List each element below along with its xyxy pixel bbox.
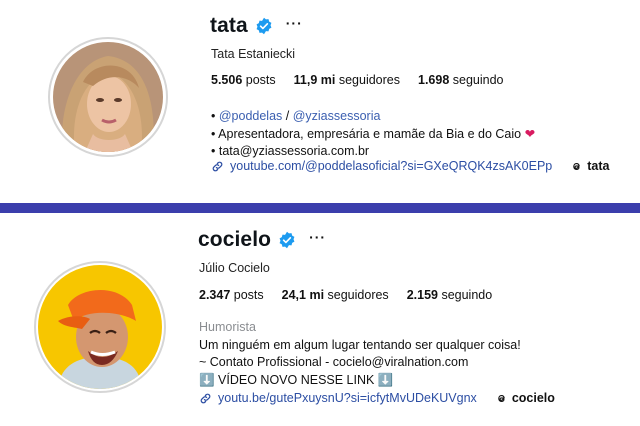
posts-stat[interactable]: 5.506 posts xyxy=(211,73,276,87)
profile-card-cocielo: cocielo ··· Júlio Cocielo 2.347 posts 24… xyxy=(0,213,640,426)
link-row: youtube.com/@poddelasoficial?si=GXeQRQK4… xyxy=(211,159,609,173)
bio-line-mentions: • @poddelas / @yziassessoria xyxy=(211,109,381,123)
more-options-icon[interactable]: ··· xyxy=(309,230,326,250)
arrow-down-icon: ⬇️ xyxy=(199,372,215,387)
link-icon xyxy=(212,161,223,171)
username[interactable]: tata xyxy=(210,14,248,38)
avatar-photo xyxy=(53,42,163,152)
more-options-icon[interactable]: ··· xyxy=(286,16,303,36)
heart-icon: ❤ xyxy=(524,126,536,141)
bio: Humorista Um ninguém em algum lugar tent… xyxy=(199,319,521,389)
full-name: Júlio Cocielo xyxy=(199,261,270,275)
bio-line-video: ⬇️ VÍDEO NOVO NESSE LINK ⬇️ xyxy=(199,372,394,387)
link-row: youtu.be/gutePxuysnU?si=icfytMvUDeKUVgnx… xyxy=(199,391,555,405)
divider-bar xyxy=(0,203,640,213)
followers-stat[interactable]: 11,9 mi seguidores xyxy=(294,73,400,87)
posts-stat[interactable]: 2.347 posts xyxy=(199,288,264,302)
mention-link[interactable]: @poddelas xyxy=(219,109,282,123)
username-row: tata ··· xyxy=(210,14,303,38)
threads-icon xyxy=(498,394,505,402)
stats-row: 2.347 posts 24,1 mi seguidores 2.159 seg… xyxy=(199,288,492,302)
arrow-down-icon: ⬇️ xyxy=(377,372,394,387)
external-link[interactable]: youtu.be/gutePxuysnU?si=icfytMvUDeKUVgnx xyxy=(218,391,477,405)
bio: • @poddelas / @yziassessoria • Apresenta… xyxy=(211,108,535,161)
threads-icon xyxy=(573,162,580,170)
username[interactable]: cocielo xyxy=(198,228,271,252)
bio-line-description: • Apresentadora, empresária e mamãe da B… xyxy=(211,126,536,141)
avatar[interactable] xyxy=(53,42,163,152)
verified-badge-icon xyxy=(279,231,295,249)
external-link[interactable]: youtube.com/@poddelasoficial?si=GXeQRQK4… xyxy=(230,159,552,173)
threads-link[interactable]: cocielo xyxy=(495,391,555,405)
profile-card-tata: tata ··· Tata Estaniecki 5.506 posts 11,… xyxy=(0,0,640,203)
avatar-photo xyxy=(38,265,162,389)
bio-line-contact: ~ Contato Profissional - cocielo@viralna… xyxy=(199,355,469,369)
following-stat[interactable]: 1.698 seguindo xyxy=(418,73,504,87)
mention-link[interactable]: @yziassessoria xyxy=(293,109,381,123)
bio-line-description: Um ninguém em algum lugar tentando ser q… xyxy=(199,337,521,352)
bio-line-email: • tata@yziassessoria.com.br xyxy=(211,144,370,158)
full-name: Tata Estaniecki xyxy=(211,47,296,61)
avatar[interactable] xyxy=(38,265,162,389)
username-row: cocielo ··· xyxy=(198,228,326,252)
verified-badge-icon xyxy=(256,17,272,35)
category-label: Humorista xyxy=(199,320,256,334)
followers-stat[interactable]: 24,1 mi seguidores xyxy=(282,288,389,302)
threads-link[interactable]: tata xyxy=(570,159,609,173)
following-stat[interactable]: 2.159 seguindo xyxy=(407,288,493,302)
stats-row: 5.506 posts 11,9 mi seguidores 1.698 seg… xyxy=(211,73,504,87)
link-icon xyxy=(200,393,211,403)
